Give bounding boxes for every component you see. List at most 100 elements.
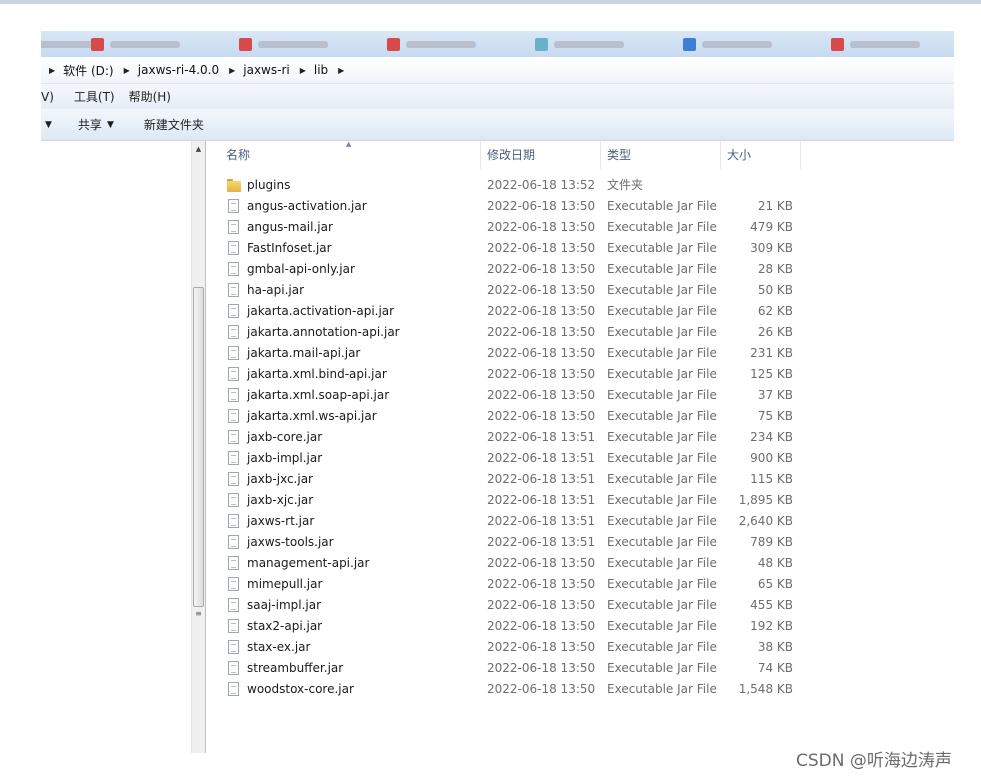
- address-bar[interactable]: ▶ 软件 (D:) ▶ jaxws-ri-4.0.0 ▶ jaxws-ri ▶ lib …: [41, 57, 954, 83]
- file-row[interactable]: jakarta.xml.ws-api.jar 2022-06-18 13:50 Ex…: [207, 406, 954, 427]
- file-row[interactable]: jakarta.annotation-api.jar 2022-06-18 13:…: [207, 322, 954, 343]
- file-name: jakarta.xml.soap-api.jar: [247, 388, 390, 402]
- file-row[interactable]: jaxws-tools.jar 2022-06-18 13:51 Executabl…: [207, 532, 954, 553]
- jar-file-icon: [227, 241, 241, 256]
- navigation-scrollbar[interactable]: ▲ ≡: [191, 141, 206, 753]
- breadcrumb-end[interactable]: ▶: [338, 66, 352, 75]
- column-header-type[interactable]: 类型: [601, 141, 721, 169]
- jar-file-icon: [227, 304, 241, 319]
- file-row[interactable]: jaxb-core.jar 2022-06-18 13:51 Executable …: [207, 427, 954, 448]
- chevron-right-icon[interactable]: ▶: [124, 66, 130, 75]
- file-row[interactable]: plugins 2022-06-18 13:52 文件夹: [207, 175, 954, 196]
- file-date-modified: 2022-06-18 13:50: [487, 598, 596, 612]
- file-name: jakarta.xml.bind-api.jar: [247, 367, 387, 381]
- file-row[interactable]: jakarta.xml.bind-api.jar 2022-06-18 13:50…: [207, 364, 954, 385]
- file-row[interactable]: mimepull.jar 2022-06-18 13:50 Executable J…: [207, 574, 954, 595]
- breadcrumb-lib[interactable]: ▶ lib: [300, 63, 338, 77]
- file-row[interactable]: management-api.jar 2022-06-18 13:50 Execut…: [207, 553, 954, 574]
- taskbar-tab[interactable]: [91, 36, 180, 52]
- file-type: Executable Jar File: [607, 304, 717, 318]
- file-date-modified: 2022-06-18 13:51: [487, 514, 596, 528]
- file-name: streambuffer.jar: [247, 661, 344, 675]
- file-date-modified: 2022-06-18 13:50: [487, 346, 596, 360]
- taskbar-tab[interactable]: [387, 36, 476, 52]
- breadcrumb-jaxws-ri-4-0-0[interactable]: ▶ jaxws-ri-4.0.0: [124, 63, 229, 77]
- breadcrumb-drive[interactable]: ▶ 软件 (D:): [49, 62, 124, 79]
- file-name: angus-activation.jar: [247, 199, 367, 213]
- breadcrumb-jaxws-ri[interactable]: ▶ jaxws-ri: [229, 63, 300, 77]
- taskbar-tab[interactable]: [831, 36, 920, 52]
- share-button[interactable]: 共享 ▼: [78, 116, 114, 133]
- file-row[interactable]: jakarta.activation-api.jar 2022-06-18 13:…: [207, 301, 954, 322]
- menu-tools[interactable]: 工具(T): [69, 88, 120, 105]
- jar-file-icon: [227, 262, 241, 277]
- file-row[interactable]: jakarta.mail-api.jar 2022-06-18 13:50 Exec…: [207, 343, 954, 364]
- file-size: 38 KB: [757, 640, 793, 654]
- jar-file-icon: [227, 325, 241, 340]
- jar-file-icon: [227, 577, 241, 592]
- file-row[interactable]: angus-activation.jar 2022-06-18 13:50 Exec…: [207, 196, 954, 217]
- file-row[interactable]: stax-ex.jar 2022-06-18 13:50 Executable Ja…: [207, 637, 954, 658]
- file-date-modified: 2022-06-18 13:50: [487, 619, 596, 633]
- file-type: Executable Jar File: [607, 661, 717, 675]
- file-size: 1,895 KB: [738, 493, 793, 507]
- file-row[interactable]: jaxb-xjc.jar 2022-06-18 13:51 Executable J…: [207, 490, 954, 511]
- chevron-right-icon[interactable]: ▶: [49, 66, 55, 75]
- jar-file-icon: [227, 640, 241, 655]
- file-name: jaxws-rt.jar: [247, 514, 315, 528]
- menu-help[interactable]: 帮助(H): [124, 88, 176, 105]
- file-size: 28 KB: [757, 262, 793, 276]
- chevron-right-icon[interactable]: ▶: [229, 66, 235, 75]
- file-row[interactable]: FastInfoset.jar 2022-06-18 13:50 Executabl…: [207, 238, 954, 259]
- file-type: Executable Jar File: [607, 598, 717, 612]
- taskbar-tab[interactable]: [239, 36, 328, 52]
- file-rows: plugins 2022-06-18 13:52 文件夹 angus-activati…: [207, 175, 954, 700]
- file-name: saaj-impl.jar: [247, 598, 322, 612]
- file-name: woodstox-core.jar: [247, 682, 354, 696]
- file-list[interactable]: ▲ 名称 修改日期 类型 大小 plugins 2022-06-18 13:52 文…: [207, 140, 954, 753]
- file-row[interactable]: saaj-impl.jar 2022-06-18 13:50 Executable …: [207, 595, 954, 616]
- file-row[interactable]: jakarta.xml.soap-api.jar 2022-06-18 13:50…: [207, 385, 954, 406]
- file-name: jaxb-jxc.jar: [247, 472, 313, 486]
- column-header-name[interactable]: 名称: [220, 141, 481, 169]
- file-date-modified: 2022-06-18 13:50: [487, 220, 596, 234]
- chevron-right-icon[interactable]: ▶: [338, 66, 344, 75]
- file-name: jakarta.xml.ws-api.jar: [247, 409, 377, 423]
- jar-file-icon: [227, 199, 241, 214]
- file-type: 文件夹: [607, 178, 644, 192]
- file-name: stax-ex.jar: [247, 640, 311, 654]
- file-name: management-api.jar: [247, 556, 370, 570]
- navigation-pane[interactable]: [41, 141, 191, 753]
- chevron-right-icon[interactable]: ▶: [300, 66, 306, 75]
- file-row[interactable]: jaxb-impl.jar 2022-06-18 13:51 Executable …: [207, 448, 954, 469]
- top-border: [0, 0, 981, 4]
- file-size: 65 KB: [757, 577, 793, 591]
- file-row[interactable]: jaxb-jxc.jar 2022-06-18 13:51 Executable J…: [207, 469, 954, 490]
- column-header-date[interactable]: 修改日期: [481, 141, 601, 169]
- file-type: Executable Jar File: [607, 430, 717, 444]
- file-size: 231 KB: [750, 346, 793, 360]
- jar-file-icon: [227, 514, 241, 529]
- file-row[interactable]: angus-mail.jar 2022-06-18 13:50 Executable…: [207, 217, 954, 238]
- file-date-modified: 2022-06-18 13:50: [487, 682, 596, 696]
- file-name: gmbal-api-only.jar: [247, 262, 355, 276]
- file-size: 234 KB: [750, 430, 793, 444]
- file-row[interactable]: gmbal-api-only.jar 2022-06-18 13:50 Execut…: [207, 259, 954, 280]
- file-row[interactable]: ha-api.jar 2022-06-18 13:50 Executable Jar…: [207, 280, 954, 301]
- new-folder-button[interactable]: 新建文件夹: [144, 116, 204, 133]
- jar-file-icon: [227, 661, 241, 676]
- file-row[interactable]: woodstox-core.jar 2022-06-18 13:50 Executa…: [207, 679, 954, 700]
- file-row[interactable]: jaxws-rt.jar 2022-06-18 13:51 Executable J…: [207, 511, 954, 532]
- taskbar-tab[interactable]: [683, 36, 772, 52]
- file-row[interactable]: streambuffer.jar 2022-06-18 13:50 Executab…: [207, 658, 954, 679]
- scrollbar-thumb[interactable]: [193, 287, 204, 607]
- scroll-up-icon[interactable]: ▲: [192, 145, 205, 153]
- file-row[interactable]: stax2-api.jar 2022-06-18 13:50 Executable …: [207, 616, 954, 637]
- file-name: ha-api.jar: [247, 283, 305, 297]
- column-header-size[interactable]: 大小: [721, 141, 801, 169]
- chevron-down-icon[interactable]: ▼: [45, 120, 52, 130]
- taskbar-tab[interactable]: [535, 36, 624, 52]
- file-size: 789 KB: [750, 535, 793, 549]
- file-size: 50 KB: [757, 283, 793, 297]
- menu-view[interactable]: V): [41, 90, 59, 104]
